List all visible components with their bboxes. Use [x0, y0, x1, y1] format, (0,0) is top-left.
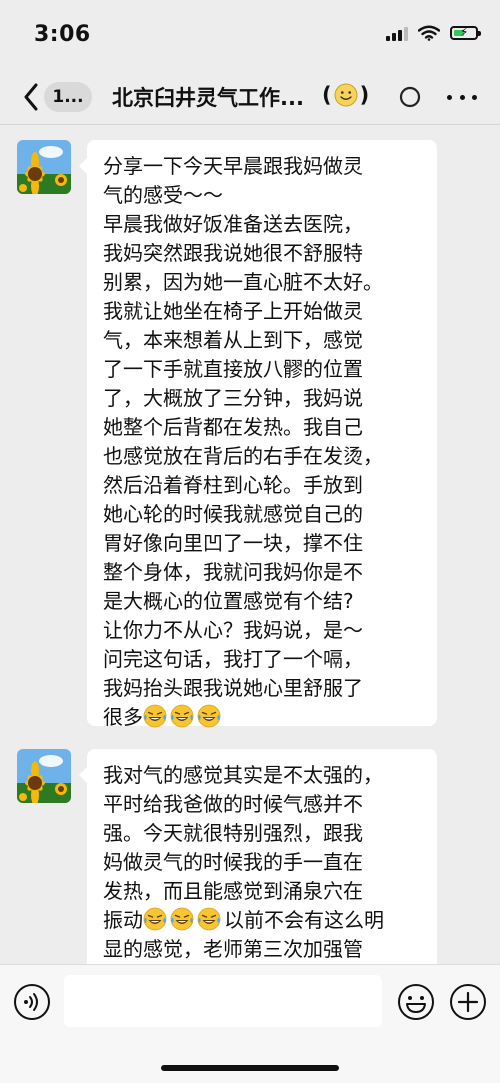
circle-icon[interactable]: [398, 85, 422, 109]
avatar[interactable]: [17, 749, 71, 803]
message-text-line: 然后沿着脊柱到心轮。手放到: [103, 473, 363, 497]
message-text-line: 发热，而且能感觉到涌泉穴在: [103, 879, 363, 903]
message-text-line: 让你力不从心？我妈说，是～: [103, 618, 363, 642]
title-paren-open: (: [322, 83, 332, 107]
chevron-left-icon: [24, 83, 38, 111]
sunflower-avatar-image: [17, 749, 71, 803]
message-text-line: 气，本来想着从上到下，感觉: [103, 328, 363, 352]
status-icons: ⚡: [386, 25, 481, 41]
smile-emoji-icon: [334, 83, 358, 107]
message-bubble[interactable]: 分享一下今天早晨跟我妈做灵 气的感受～～ 早晨我做好饭准备送去医院， 我妈突然跟…: [79, 140, 437, 729]
message-last-line: 很多: [103, 703, 427, 732]
chat-message-list[interactable]: 分享一下今天早晨跟我妈做灵 气的感受～～ 早晨我做好饭准备送去医院， 我妈突然跟…: [0, 125, 500, 965]
laugh-cry-emoji-icon: [197, 704, 221, 728]
emoji-icon[interactable]: [397, 983, 435, 1021]
laugh-cry-emoji-icon: [143, 704, 167, 728]
laugh-cry-emoji-icon: [170, 907, 194, 931]
message-text-line: 问完这句话，我打了一个嗝，: [103, 647, 363, 671]
dot-icon: [459, 94, 465, 100]
plus-icon[interactable]: [449, 983, 487, 1021]
dot-icon: [472, 94, 477, 100]
message-text-line: 她心轮的时候我就感觉自己的: [103, 502, 363, 526]
message-text-line: 妈做灵气的时候我的手一直在: [103, 850, 363, 874]
laugh-cry-emoji-icon: [170, 704, 194, 728]
status-time: 3:06: [34, 22, 91, 47]
message-text-line: 也感觉放在背后的右手在发烫，: [103, 444, 383, 468]
sunflower-avatar-image: [17, 140, 71, 194]
wifi-icon: [418, 25, 440, 41]
message-text-line: 我对气的感觉其实是不太强的，: [103, 763, 383, 787]
battery-charging-icon: ⚡: [450, 25, 481, 40]
back-button[interactable]: [14, 78, 48, 116]
message-text-line: 我妈突然跟我说她很不舒服特: [103, 241, 363, 265]
more-options-button[interactable]: [447, 84, 477, 110]
message-text-line: 早晨我做好饭准备送去医院，: [103, 212, 363, 236]
message-text-line: 气的感受～～: [103, 183, 223, 207]
message-text-line: 是大概心的位置感觉有个结?: [103, 589, 354, 613]
message-input[interactable]: [64, 975, 382, 1027]
message-text-line: 了一下手就直接放八髎的位置: [103, 357, 363, 381]
message-text-line: 显的感觉，老师第三次加强管: [103, 937, 363, 961]
message-text-line: 分享一下今天早晨跟我妈做灵: [103, 154, 363, 178]
dot-icon: [447, 94, 452, 100]
message-text: 振动: [103, 908, 143, 932]
message-text-line: 我妈抬头跟我说她心里舒服了: [103, 676, 363, 700]
message-text-line: 强。今天就很特别强烈，跟我: [103, 821, 363, 845]
message-bubble[interactable]: 我对气的感觉其实是不太强的， 平时给我爸做的时候气感并不 强。今天就很特别强烈，…: [79, 749, 437, 965]
cellular-signal-icon: [386, 25, 408, 41]
chat-title: 北京臼井灵气工作...: [112, 86, 304, 110]
message-text: 很多: [103, 705, 143, 729]
nav-bar: 1... 北京臼井灵气工作... ( ): [0, 70, 500, 125]
message-text-line: 整个身体，我就问我妈你是不: [103, 560, 363, 584]
chat-title-suffix: ( ): [322, 83, 369, 107]
message-text-line: 别累，因为她一直心脏不太好。: [103, 270, 383, 294]
laugh-cry-emoji-icon: [197, 907, 221, 931]
status-bar: 3:06 ⚡: [0, 0, 500, 70]
home-indicator: [161, 1065, 339, 1071]
message-text-line: 了，大概放了三分钟，我妈说: [103, 386, 363, 410]
message-text-line: 她整个后背都在发热。我自己: [103, 415, 363, 439]
unread-count-badge[interactable]: 1...: [44, 82, 92, 112]
message-text-line: 我就让她坐在椅子上开始做灵: [103, 299, 363, 323]
input-bar: [0, 964, 500, 1083]
voice-input-icon[interactable]: [13, 983, 51, 1021]
message-text: 以前不会有这么明: [224, 908, 384, 932]
laugh-cry-emoji-icon: [143, 907, 167, 931]
title-paren-close: ): [359, 83, 370, 107]
message-emoji-line: 振动 以前不会有这么明: [103, 906, 427, 935]
message-text-line: 平时给我爸做的时候气感并不: [103, 792, 363, 816]
message-text-line: 胃好像向里凹了一块，撑不住: [103, 531, 363, 555]
avatar[interactable]: [17, 140, 71, 194]
